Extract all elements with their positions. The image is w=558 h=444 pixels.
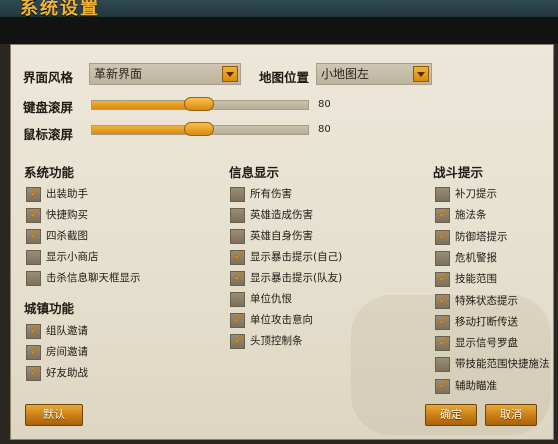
option-label: 显示暴击提示(自己) (250, 251, 343, 263)
mouse-scroll-slider[interactable] (91, 122, 309, 136)
option-label: 好友助战 (46, 367, 88, 379)
option-label: 危机警报 (455, 251, 497, 264)
chevron-down-icon[interactable] (222, 66, 238, 82)
checkmark-icon: ✓ (438, 334, 450, 351)
checkmark-icon: ✓ (233, 332, 245, 348)
checkbox[interactable] (230, 229, 245, 244)
checkmark-icon: ✓ (438, 206, 450, 223)
checkbox[interactable] (435, 187, 450, 202)
town-functions-title: 城镇功能 (24, 301, 75, 316)
option-label: 单位仇恨 (250, 293, 292, 305)
checkmark-icon: ✓ (438, 270, 450, 287)
checkbox[interactable]: ✓ (230, 248, 245, 265)
mouse-scroll-handle[interactable] (184, 122, 214, 136)
checkbox[interactable] (230, 187, 245, 202)
option-label: 击杀信息聊天框显示 (46, 272, 141, 284)
checkbox[interactable]: ✓ (230, 332, 245, 349)
checkmark-icon: ✓ (29, 343, 41, 359)
option-label: 显示暴击提示(队友) (250, 272, 343, 284)
interface-style-value: 革新界面 (94, 67, 143, 81)
checkmark-icon: ✓ (29, 322, 41, 338)
default-button[interactable]: 默认 (25, 404, 83, 426)
keyboard-scroll-value: 80 (318, 99, 331, 110)
map-position-label: 地图位置 (259, 70, 310, 85)
chevron-down-icon[interactable] (413, 66, 429, 82)
checkbox[interactable]: ✓ (26, 343, 41, 360)
checkmark-icon: ✓ (438, 376, 450, 393)
checkmark-icon: ✓ (438, 312, 450, 329)
checkbox[interactable]: ✓ (435, 376, 450, 394)
option-label: 四杀截图 (46, 230, 88, 242)
system-functions-title: 系统功能 (24, 165, 75, 180)
settings-panel: 界面风格 革新界面 地图位置 小地图左 键盘滚屏 80 鼠标滚屏 80 系统功能… (10, 44, 554, 440)
interface-style-label: 界面风格 (23, 70, 74, 85)
option-label: 技能范围 (455, 273, 497, 286)
info-display-title: 信息显示 (229, 165, 280, 180)
checkmark-icon: ✓ (438, 291, 450, 308)
option-label: 快捷购买 (46, 209, 88, 221)
checkbox[interactable]: ✓ (26, 322, 41, 339)
checkbox[interactable]: ✓ (230, 269, 245, 286)
checkbox[interactable]: ✓ (435, 270, 450, 288)
checkbox[interactable] (435, 250, 450, 266)
checkmark-icon: ✓ (233, 248, 245, 264)
option-label: 移动打断传送 (455, 315, 518, 328)
option-label: 英雄造成伤害 (250, 209, 313, 221)
checkbox[interactable]: ✓ (26, 364, 41, 381)
checkmark-icon: ✓ (233, 311, 245, 327)
option-label: 带技能范围快捷施法 (455, 358, 550, 371)
mouse-scroll-value: 80 (318, 124, 331, 135)
checkbox[interactable]: ✓ (435, 312, 450, 330)
checkbox[interactable]: ✓ (435, 334, 450, 352)
option-label: 房间邀请 (46, 346, 88, 358)
checkbox[interactable] (26, 250, 41, 265)
title-bar-band (0, 17, 558, 43)
checkmark-icon: ✓ (29, 185, 41, 201)
checkmark-icon: ✓ (233, 269, 245, 285)
keyboard-scroll-slider[interactable] (91, 97, 309, 111)
checkbox[interactable]: ✓ (26, 206, 41, 223)
checkbox[interactable]: ✓ (435, 227, 450, 245)
checkbox[interactable] (230, 208, 245, 223)
checkbox[interactable]: ✓ (435, 206, 450, 224)
option-label: 出装助手 (46, 188, 88, 200)
cancel-button[interactable]: 取消 (485, 404, 537, 426)
checkmark-icon: ✓ (29, 364, 41, 380)
option-label: 英雄自身伤害 (250, 230, 313, 242)
option-label: 所有伤害 (250, 188, 292, 200)
option-label: 组队邀请 (46, 325, 88, 337)
option-label: 施法条 (455, 209, 487, 222)
checkmark-icon: ✓ (29, 227, 41, 243)
checkmark-icon: ✓ (29, 206, 41, 222)
mouse-scroll-label: 鼠标滚屏 (23, 127, 74, 142)
keyboard-scroll-label: 键盘滚屏 (23, 100, 74, 115)
option-label: 特殊状态提示 (455, 294, 518, 307)
map-position-dropdown[interactable]: 小地图左 (316, 63, 432, 85)
option-label: 辅助瞄准 (455, 379, 497, 392)
keyboard-scroll-fill (92, 101, 199, 109)
option-label: 防御塔提示 (455, 230, 508, 243)
ok-button[interactable]: 确定 (425, 404, 477, 426)
option-label: 头顶控制条 (250, 335, 303, 347)
checkbox[interactable]: ✓ (26, 185, 41, 202)
interface-style-dropdown[interactable]: 革新界面 (89, 63, 241, 85)
checkbox[interactable]: ✓ (26, 227, 41, 244)
checkbox[interactable] (435, 357, 450, 373)
checkbox[interactable] (230, 292, 245, 307)
option-label: 显示信号罗盘 (455, 337, 518, 350)
checkbox[interactable]: ✓ (435, 291, 450, 309)
map-position-value: 小地图左 (321, 67, 370, 81)
option-label: 显示小商店 (46, 251, 99, 263)
checkbox[interactable] (26, 271, 41, 286)
battle-tips-title: 战斗提示 (433, 165, 484, 180)
keyboard-scroll-handle[interactable] (184, 97, 214, 111)
option-label: 补刀提示 (455, 188, 497, 200)
mouse-scroll-fill (92, 126, 199, 134)
checkbox[interactable]: ✓ (230, 311, 245, 328)
option-label: 单位攻击意向 (250, 314, 313, 326)
checkmark-icon: ✓ (438, 227, 450, 244)
